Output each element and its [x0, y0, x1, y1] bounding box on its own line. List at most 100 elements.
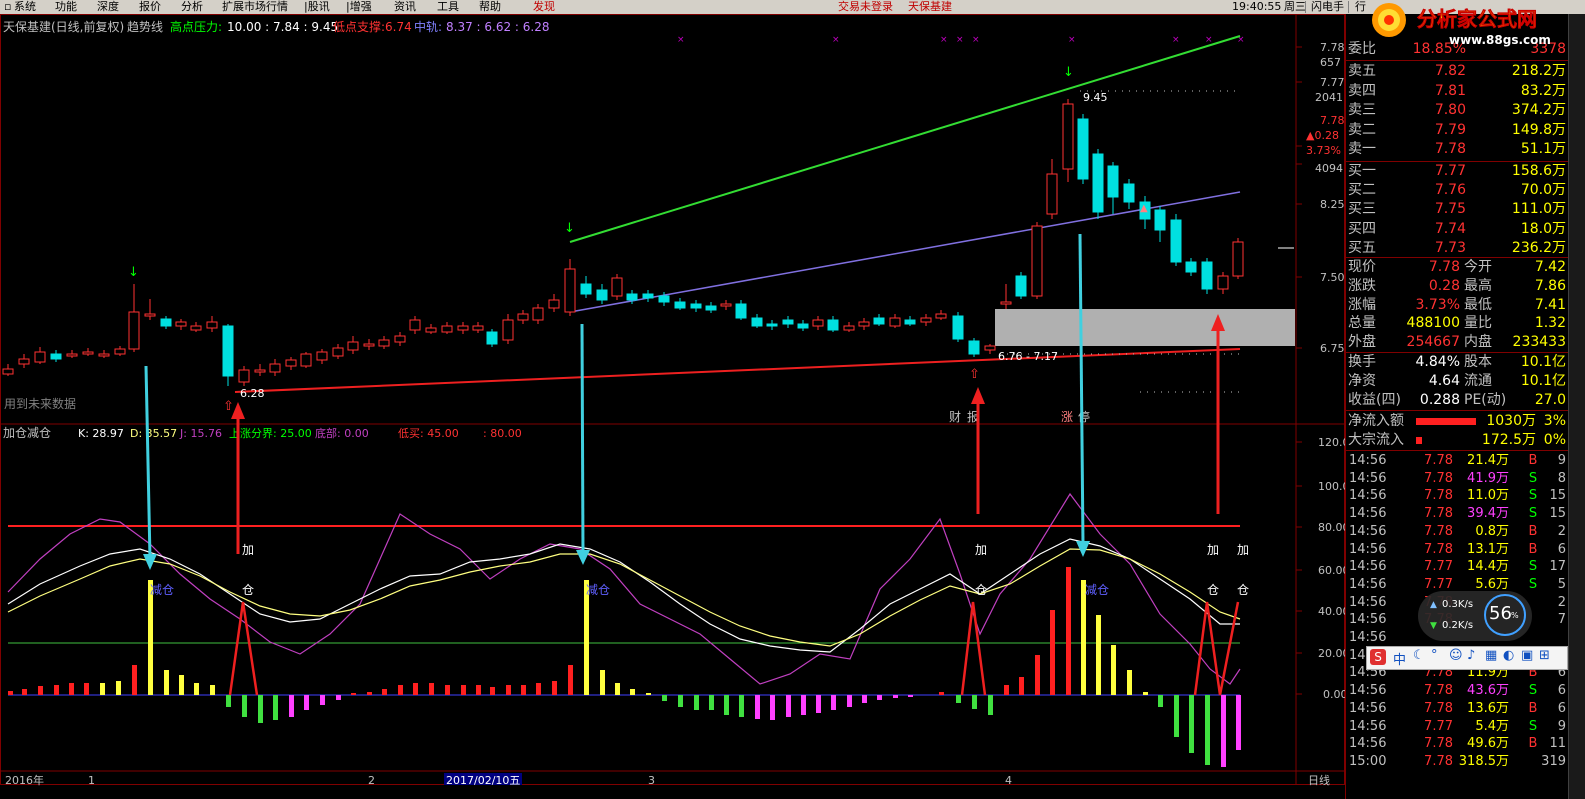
ask-row[interactable]: 卖五 7.82 218.2万 — [1346, 62, 1568, 81]
tick-count: 2 — [1557, 594, 1566, 610]
menu-icon[interactable]: ▫ — [4, 0, 11, 14]
ask-row[interactable]: 卖四 7.81 83.2万 — [1346, 82, 1568, 101]
price-label-2: 7.77 — [1320, 76, 1345, 89]
svg-text:↓: ↓ — [128, 265, 139, 280]
bid-row[interactable]: 买三 7.75 111.0万 — [1346, 200, 1568, 219]
bid-label: 买一 — [1348, 163, 1376, 179]
punctuation-icon[interactable]: ° — [1431, 648, 1438, 663]
histogram-bar — [786, 695, 791, 717]
histogram-bar — [1205, 695, 1210, 765]
chart-area[interactable]: 天保基建(日线,前复权) 趋势线 高点压力: 10.00 : 7.84 : 9.… — [0, 14, 1345, 799]
bid-row[interactable]: 买二 7.76 70.0万 — [1346, 181, 1568, 200]
histogram-bar — [164, 670, 169, 695]
tick-volume: 0.8万 — [1475, 523, 1509, 539]
menu-system[interactable]: 系统 — [14, 0, 36, 14]
scale-40: 40.00 — [1318, 605, 1345, 618]
histogram-bar — [179, 675, 184, 695]
menu-stock-news[interactable]: |股讯 — [304, 0, 330, 14]
candlestick — [50, 350, 62, 362]
ask-label: 卖一 — [1348, 141, 1376, 158]
moon-icon[interactable]: ☾ — [1413, 648, 1425, 663]
histogram-bar — [132, 665, 137, 695]
stat2-label: 换手 — [1348, 354, 1376, 370]
stat2-label-2: PE(动) — [1464, 392, 1507, 408]
candlestick — [920, 314, 932, 326]
stat2-value: 0.288 — [1419, 392, 1460, 408]
flow-label: 大宗流入 — [1348, 432, 1404, 448]
ask-label: 卖四 — [1348, 82, 1376, 99]
tick-time: 14:56 — [1349, 612, 1387, 628]
ask-row[interactable]: 卖一 7.78 51.1万 — [1346, 140, 1568, 159]
histogram-bar — [694, 695, 699, 710]
histogram-bar — [877, 695, 882, 700]
menu-quote[interactable]: 报价 — [139, 0, 161, 14]
candlestick — [1062, 99, 1074, 182]
tick-volume: 318.5万 — [1458, 753, 1509, 769]
menu-depth[interactable]: 深度 — [97, 0, 119, 14]
skin-icon[interactable]: ◐ — [1503, 648, 1514, 663]
histogram-bar — [289, 695, 294, 717]
histogram-bar — [429, 683, 434, 695]
ime-toolbar[interactable]: S 中 ☾ ° ☺ ♪ ▦ ◐ ▣ ⊞ — [1366, 646, 1568, 670]
candlestick — [332, 344, 344, 359]
download-speed: 0.2K/s — [1442, 620, 1474, 631]
tick-price: 7.78 — [1424, 453, 1453, 468]
grid-menu-icon[interactable]: ⊞ — [1539, 648, 1550, 663]
bid-volume: 158.6万 — [1511, 163, 1566, 179]
stat-row: 外盘 254667 内盘 233433 — [1346, 333, 1568, 352]
stat-value-2: 7.86 — [1534, 277, 1566, 294]
ask-row[interactable]: 卖三 7.80 374.2万 — [1346, 101, 1568, 120]
bid-row[interactable]: 买四 7.74 18.0万 — [1346, 220, 1568, 239]
emoji-icon[interactable]: ☺ — [1449, 648, 1463, 663]
menu-discover[interactable]: 发现 — [533, 0, 555, 14]
ask-row[interactable]: 卖二 7.79 149.8万 — [1346, 121, 1568, 140]
candlestick — [674, 298, 686, 310]
menu-info[interactable]: 资讯 — [394, 0, 416, 14]
menu-function[interactable]: 功能 — [55, 0, 77, 14]
kdj-lines — [7, 492, 1241, 696]
menu-tools[interactable]: 工具 — [437, 0, 459, 14]
bid-price: 7.73 — [1434, 239, 1466, 256]
keyboard-icon[interactable]: ▦ — [1485, 648, 1497, 663]
tick-count: 15 — [1549, 506, 1566, 522]
mic-icon[interactable]: ♪ — [1467, 648, 1475, 663]
svg-text:×: × — [972, 35, 980, 45]
menu-analysis[interactable]: 分析 — [181, 0, 203, 14]
histogram-bar — [1174, 695, 1179, 737]
tick-volume: 21.4万 — [1467, 453, 1509, 468]
stat-label-2: 量比 — [1464, 315, 1492, 332]
candlestick — [98, 350, 110, 358]
bid-row[interactable]: 买一 7.77 158.6万 — [1346, 162, 1568, 181]
menu-extended-market[interactable]: 扩展市场行情 — [222, 0, 288, 14]
sogou-icon[interactable]: S — [1370, 649, 1386, 665]
candlestick — [1185, 258, 1197, 276]
candlestick — [1232, 238, 1244, 279]
low-support-line — [234, 348, 1241, 393]
tick-time: 14:56 — [1349, 506, 1387, 522]
login-status[interactable]: 交易未登录 — [838, 0, 893, 14]
panel-scrollbar[interactable] — [1568, 14, 1585, 799]
stat-row: 涨幅 3.73% 最低 7.41 — [1346, 296, 1568, 315]
toolbox-icon[interactable]: ▣ — [1521, 648, 1533, 663]
svg-text:×: × — [1068, 35, 1076, 45]
menu-enhance[interactable]: |增强 — [346, 0, 372, 14]
ime-mode[interactable]: 中 — [1393, 649, 1406, 668]
ask-volume: 218.2万 — [1511, 63, 1566, 79]
candlestick — [564, 259, 576, 316]
candlestick — [144, 299, 156, 320]
stat2-label-2: 流通 — [1464, 373, 1492, 389]
bid-row[interactable]: 买五 7.73 236.2万 — [1346, 239, 1568, 258]
histogram-bar — [461, 685, 466, 695]
net-speed-widget[interactable]: ▲ 0.3K/s ▼ 0.2K/s 56 % — [1418, 591, 1532, 641]
candlestick — [611, 274, 623, 300]
histogram-bar — [490, 687, 495, 695]
period-label[interactable]: 日线 — [1308, 773, 1330, 787]
tick-side: S — [1528, 470, 1538, 486]
label-cang-4: 仓 — [1237, 583, 1249, 597]
candlestick — [782, 316, 794, 328]
menu-help[interactable]: 帮助 — [479, 0, 501, 14]
candlestick — [766, 320, 778, 330]
flash-trade-button[interactable]: 闪电手 — [1311, 0, 1344, 14]
legend-low-value: 6.74 — [385, 20, 412, 34]
histogram-bar — [1096, 615, 1101, 695]
